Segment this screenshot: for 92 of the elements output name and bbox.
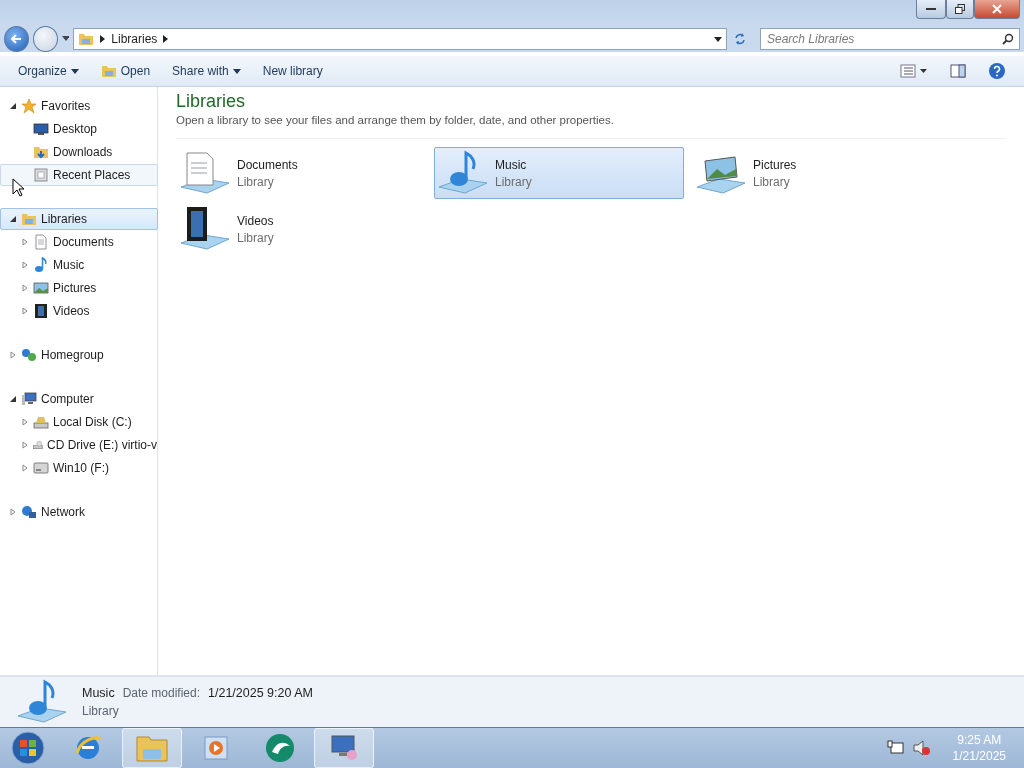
collapsed-arrow-icon[interactable] [9,508,17,516]
navigation-item[interactable]: Favorites [0,95,158,117]
monitor-icon [33,121,49,137]
search-icon[interactable] [1002,33,1014,45]
library-tile[interactable]: Pictures Library [692,147,942,199]
navigation-item[interactable]: Computer [0,388,158,410]
document-icon [33,234,49,250]
page-title: Libraries [176,91,247,112]
search-field[interactable]: Search Libraries [760,28,1020,50]
help-icon [988,62,1006,80]
field-value: 1/21/2025 9:20 AM [208,686,313,700]
field-label: Date modified: [122,686,201,700]
library-folder-icon [100,63,117,79]
round-app-icon[interactable] [264,732,296,764]
star-icon [21,98,37,114]
toolbar-button[interactable]: New library [254,60,331,82]
media-player-icon[interactable] [201,733,231,763]
forward-button[interactable] [32,26,58,52]
computer-icon [21,391,37,407]
close-icon [992,4,1002,14]
navigation-item[interactable]: Network [0,501,158,523]
navigation-item[interactable]: Recent Places [0,164,158,186]
music-library-icon [16,678,68,726]
navigation-item[interactable]: Homegroup [0,344,158,366]
homegroup-icon [21,347,37,363]
navigation-item[interactable]: Downloads [0,141,158,163]
page-description: Open a library to see your files and arrange them by folder, date, and other properties. [176,114,1006,139]
caret-icon [232,68,241,74]
speaker-muted-icon[interactable] [912,740,931,756]
library-tile[interactable]: Videos Library [176,203,426,255]
restore-icon [955,4,965,14]
expanded-arrow-icon[interactable] [9,102,17,110]
network-status-icon[interactable] [886,740,905,756]
taskbar-app[interactable] [314,728,374,768]
music-library-icon [437,149,489,197]
pane-icon [950,64,966,78]
library-tile[interactable]: Documents Library [176,147,426,199]
library-folder-icon [78,31,95,47]
navigation-item[interactable]: Videos [0,300,158,322]
address-field[interactable]: Libraries [73,28,727,50]
back-arrow-icon [10,33,23,45]
item-name: Music [82,686,115,700]
navigation-item[interactable]: CD Drive (E:) virtio-v [0,434,158,456]
collapsed-arrow-icon[interactable] [21,441,29,449]
navigation-item[interactable]: Music [0,254,158,276]
hard-disk-icon [33,414,49,430]
toolbar-button[interactable]: Open [92,59,159,83]
collapsed-arrow-icon[interactable] [21,238,29,246]
video-library-icon [179,205,231,253]
collapsed-arrow-icon[interactable] [21,284,29,292]
back-button[interactable] [4,26,29,52]
caret-icon[interactable] [713,36,722,42]
music-note-icon [33,257,49,273]
expanded-arrow-icon[interactable] [9,395,17,403]
navigation-item[interactable]: Pictures [0,277,158,299]
document-library-icon [179,149,231,197]
computer-icon[interactable] [328,733,360,763]
maximize-button[interactable] [946,0,974,19]
navigation-item[interactable]: Documents [0,231,158,253]
close-button[interactable] [974,0,1020,19]
collapsed-arrow-icon[interactable] [21,418,29,426]
navigation-item[interactable]: Libraries [0,208,158,230]
network-icon [21,504,37,520]
refresh-icon [733,32,748,46]
recent-places-icon [33,167,49,183]
expanded-arrow-icon[interactable] [9,215,17,223]
collapsed-arrow-icon[interactable] [21,307,29,315]
view-list-icon [900,64,928,78]
film-strip-icon [33,303,49,319]
breadcrumb[interactable]: Libraries [111,32,158,46]
toolbar-button[interactable]: Share with [164,60,249,82]
collapsed-arrow-icon[interactable] [21,464,29,472]
chevron-icon[interactable] [100,35,106,43]
navigation-item[interactable]: Desktop [0,118,158,140]
library-tile[interactable]: Music Library [434,147,684,199]
navigation-item[interactable]: Win10 (F:) [0,457,158,479]
toolbar-button[interactable]: Organize [10,60,87,82]
navigation-item[interactable]: Local Disk (C:) [0,411,158,433]
item-type: Library [82,704,120,718]
collapsed-arrow-icon[interactable] [9,351,17,359]
chevron-icon[interactable] [163,35,169,43]
minimize-icon [926,7,936,11]
picture-icon [33,280,49,296]
download-folder-icon [33,144,49,160]
caret-icon [70,68,79,74]
library-folder-icon [21,211,37,227]
minimize-button[interactable] [916,0,946,19]
caret-icon[interactable] [61,36,70,42]
start-orb-icon [10,730,46,766]
collapsed-arrow-icon[interactable] [21,261,29,269]
drive-icon [33,460,49,476]
mouse-cursor-icon [12,178,24,198]
